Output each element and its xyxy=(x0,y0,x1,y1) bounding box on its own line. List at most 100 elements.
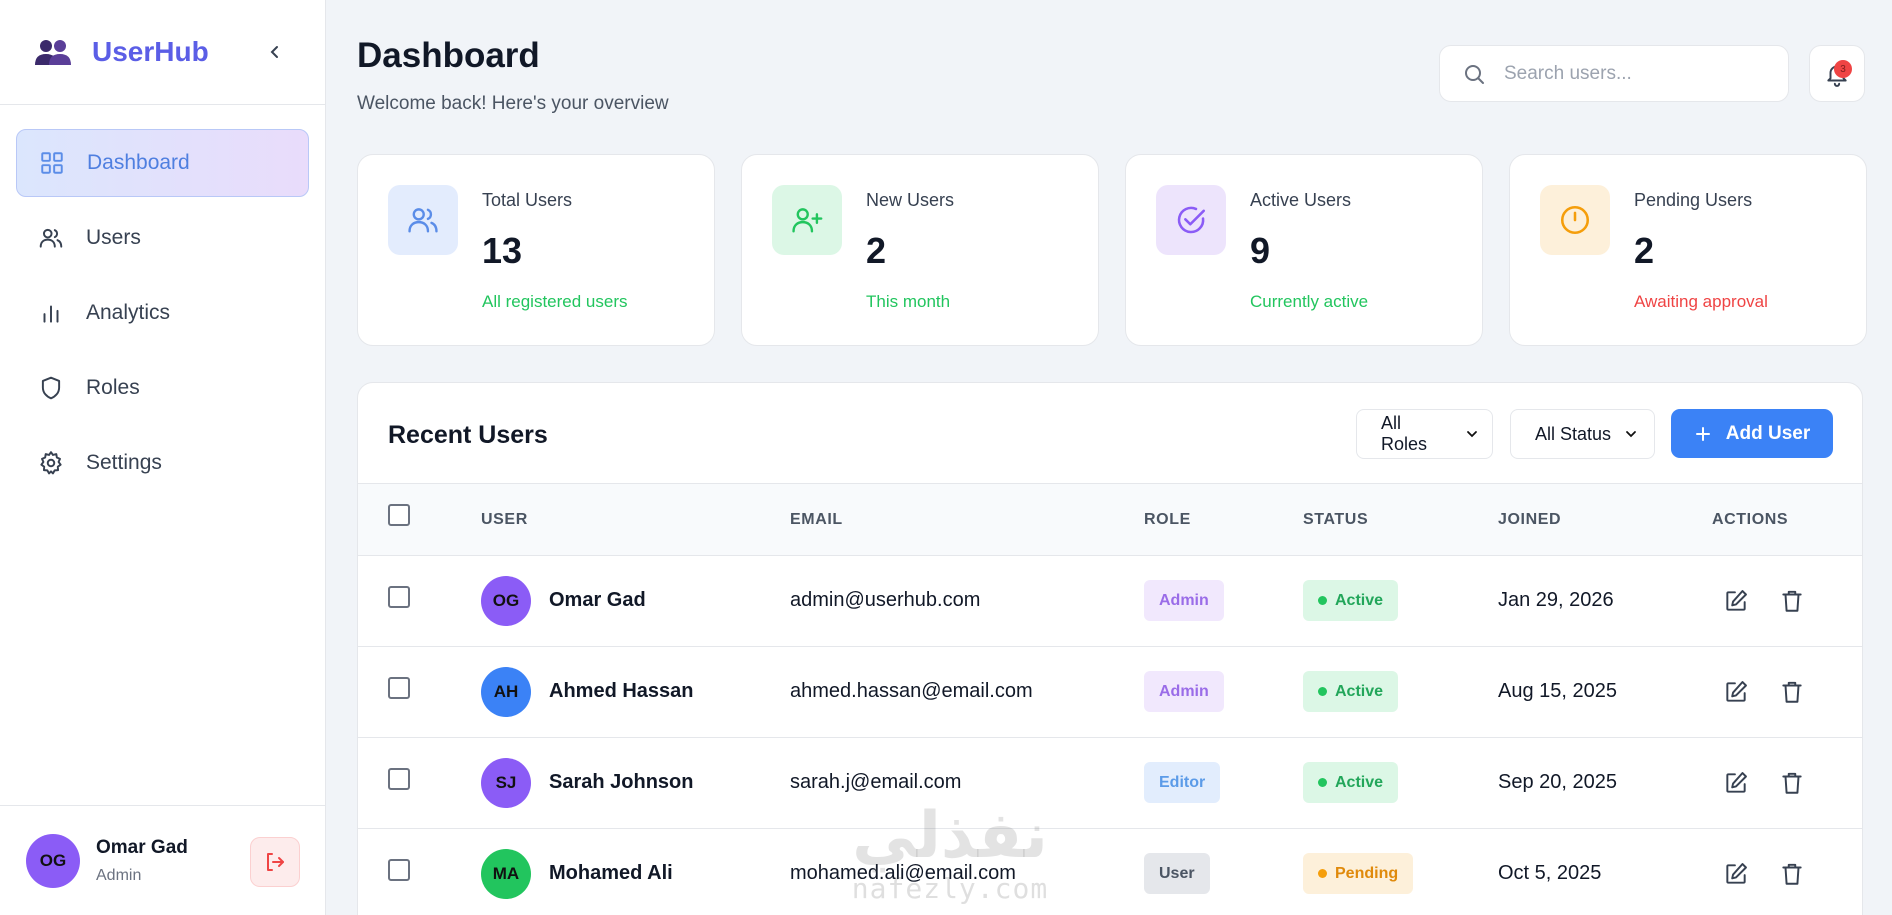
users-logo-icon xyxy=(35,40,71,65)
shield-icon xyxy=(41,376,61,400)
sidebar-item-label: Settings xyxy=(86,451,162,474)
collapse-sidebar-button[interactable] xyxy=(259,36,291,68)
row-checkbox[interactable] xyxy=(388,768,410,790)
trash-icon[interactable] xyxy=(1779,588,1805,614)
joined-date: Sep 20, 2025 xyxy=(1498,771,1617,793)
avatar: OG xyxy=(26,833,80,888)
trash-icon[interactable] xyxy=(1779,679,1805,705)
avatar: AH xyxy=(481,667,531,717)
current-user-panel: OG Omar Gad Admin xyxy=(0,805,325,915)
trash-icon[interactable] xyxy=(1779,770,1805,796)
edit-icon[interactable] xyxy=(1723,861,1749,887)
status-label: Pending xyxy=(1335,864,1399,882)
current-user-role: Admin xyxy=(96,866,142,884)
joined-date: Jan 29, 2026 xyxy=(1498,589,1614,611)
status-label: Active xyxy=(1335,591,1384,609)
current-user-info: Omar Gad Admin xyxy=(96,837,188,885)
table-row: AH Ahmed Hassan ahmed.hassan@email.com A… xyxy=(358,647,1862,738)
user-name: Ahmed Hassan xyxy=(549,680,694,702)
sidebar-item-label: Users xyxy=(86,226,141,249)
edit-icon[interactable] xyxy=(1723,679,1749,705)
user-name: Mohamed Ali xyxy=(549,862,673,884)
stat-card-new-users: New Users 2 This month xyxy=(741,154,1099,346)
sidebar-item-dashboard[interactable]: Dashboard xyxy=(16,129,309,197)
role-filter-select[interactable]: All Roles xyxy=(1356,409,1493,459)
sidebar-item-settings[interactable]: Settings xyxy=(16,429,309,497)
table-row: OG Omar Gad admin@userhub.com Admin Acti… xyxy=(358,556,1862,647)
notification-badge: 3 xyxy=(1834,60,1852,78)
add-user-button[interactable]: Add User xyxy=(1671,409,1833,458)
users-icon xyxy=(408,208,438,233)
page-title: Dashboard xyxy=(357,36,540,75)
user-plus-icon xyxy=(792,208,823,233)
column-header-actions: ACTIONS xyxy=(1712,511,1789,528)
select-all-checkbox[interactable] xyxy=(388,504,410,526)
recent-users-panel: Recent Users All Roles All Status Add Us… xyxy=(357,382,1863,915)
stat-label: New Users xyxy=(866,190,955,210)
chevron-down-icon xyxy=(1467,431,1477,438)
sidebar-item-analytics[interactable]: Analytics xyxy=(16,279,309,347)
gear-icon xyxy=(40,451,62,475)
stat-label: Active Users xyxy=(1250,190,1352,210)
sidebar-item-label: Roles xyxy=(86,376,140,399)
role-badge: Admin xyxy=(1144,671,1224,712)
avatar: SJ xyxy=(481,758,531,808)
sidebar: UserHub Dashboard Users Analytics Roles … xyxy=(0,0,326,915)
column-header-email: EMAIL xyxy=(790,511,843,528)
row-checkbox[interactable] xyxy=(388,586,410,608)
row-checkbox[interactable] xyxy=(388,859,410,881)
column-header-status: STATUS xyxy=(1303,511,1369,528)
users-icon xyxy=(39,228,63,248)
sidebar-item-users[interactable]: Users xyxy=(16,204,309,272)
brand-header: UserHub xyxy=(0,0,325,105)
brand-name: UserHub xyxy=(92,36,209,67)
logout-icon xyxy=(267,853,284,871)
stat-icon-box xyxy=(388,185,458,255)
stat-note: This month xyxy=(866,292,951,311)
status-filter-value: All Status xyxy=(1535,423,1612,444)
role-badge: User xyxy=(1144,853,1210,894)
bar-chart-icon xyxy=(43,305,59,323)
row-checkbox[interactable] xyxy=(388,677,410,699)
stat-note: Currently active xyxy=(1250,292,1369,311)
stat-value: 13 xyxy=(482,230,523,271)
add-user-label: Add User xyxy=(1725,422,1811,444)
stat-note: Awaiting approval xyxy=(1634,292,1768,311)
status-label: Active xyxy=(1335,773,1384,791)
stat-icon-box xyxy=(772,185,842,255)
stat-card-total-users: Total Users 13 All registered users xyxy=(357,154,715,346)
status-dot xyxy=(1318,687,1327,696)
trash-icon[interactable] xyxy=(1779,861,1805,887)
avatar: OG xyxy=(481,576,531,626)
column-header-role: ROLE xyxy=(1144,511,1191,528)
status-filter-select[interactable]: All Status xyxy=(1510,409,1655,459)
role-badge: Admin xyxy=(1144,580,1224,621)
joined-date: Aug 15, 2025 xyxy=(1498,680,1617,702)
stat-value: 2 xyxy=(1634,230,1655,271)
edit-icon[interactable] xyxy=(1723,588,1749,614)
edit-icon[interactable] xyxy=(1723,770,1749,796)
role-filter-value: All Roles xyxy=(1381,413,1428,454)
panel-title: Recent Users xyxy=(388,421,548,449)
stat-icon-box xyxy=(1540,185,1610,255)
logout-button[interactable] xyxy=(250,837,300,887)
notifications-button[interactable]: 3 xyxy=(1809,45,1865,102)
status-badge: Pending xyxy=(1303,853,1414,894)
sidebar-item-roles[interactable]: Roles xyxy=(16,354,309,422)
clock-icon xyxy=(1560,205,1590,235)
status-dot xyxy=(1318,778,1327,787)
stat-card-pending-users: Pending Users 2 Awaiting approval xyxy=(1509,154,1867,346)
user-email: mohamed.ali@email.com xyxy=(790,862,1016,884)
search-input[interactable] xyxy=(1504,62,1764,85)
check-circle-icon xyxy=(1177,206,1206,234)
stats-row: Total Users 13 All registered users New … xyxy=(357,154,1867,346)
stat-icon-box xyxy=(1156,185,1226,255)
stat-value: 2 xyxy=(866,230,887,271)
plus-icon xyxy=(1695,426,1710,441)
stat-value: 9 xyxy=(1250,230,1271,271)
search-box[interactable] xyxy=(1439,45,1789,102)
table-row: MA Mohamed Ali mohamed.ali@email.com Use… xyxy=(358,829,1862,915)
user-name: Sarah Johnson xyxy=(549,771,694,793)
column-header-user: USER xyxy=(481,511,528,528)
user-email: sarah.j@email.com xyxy=(790,771,962,793)
